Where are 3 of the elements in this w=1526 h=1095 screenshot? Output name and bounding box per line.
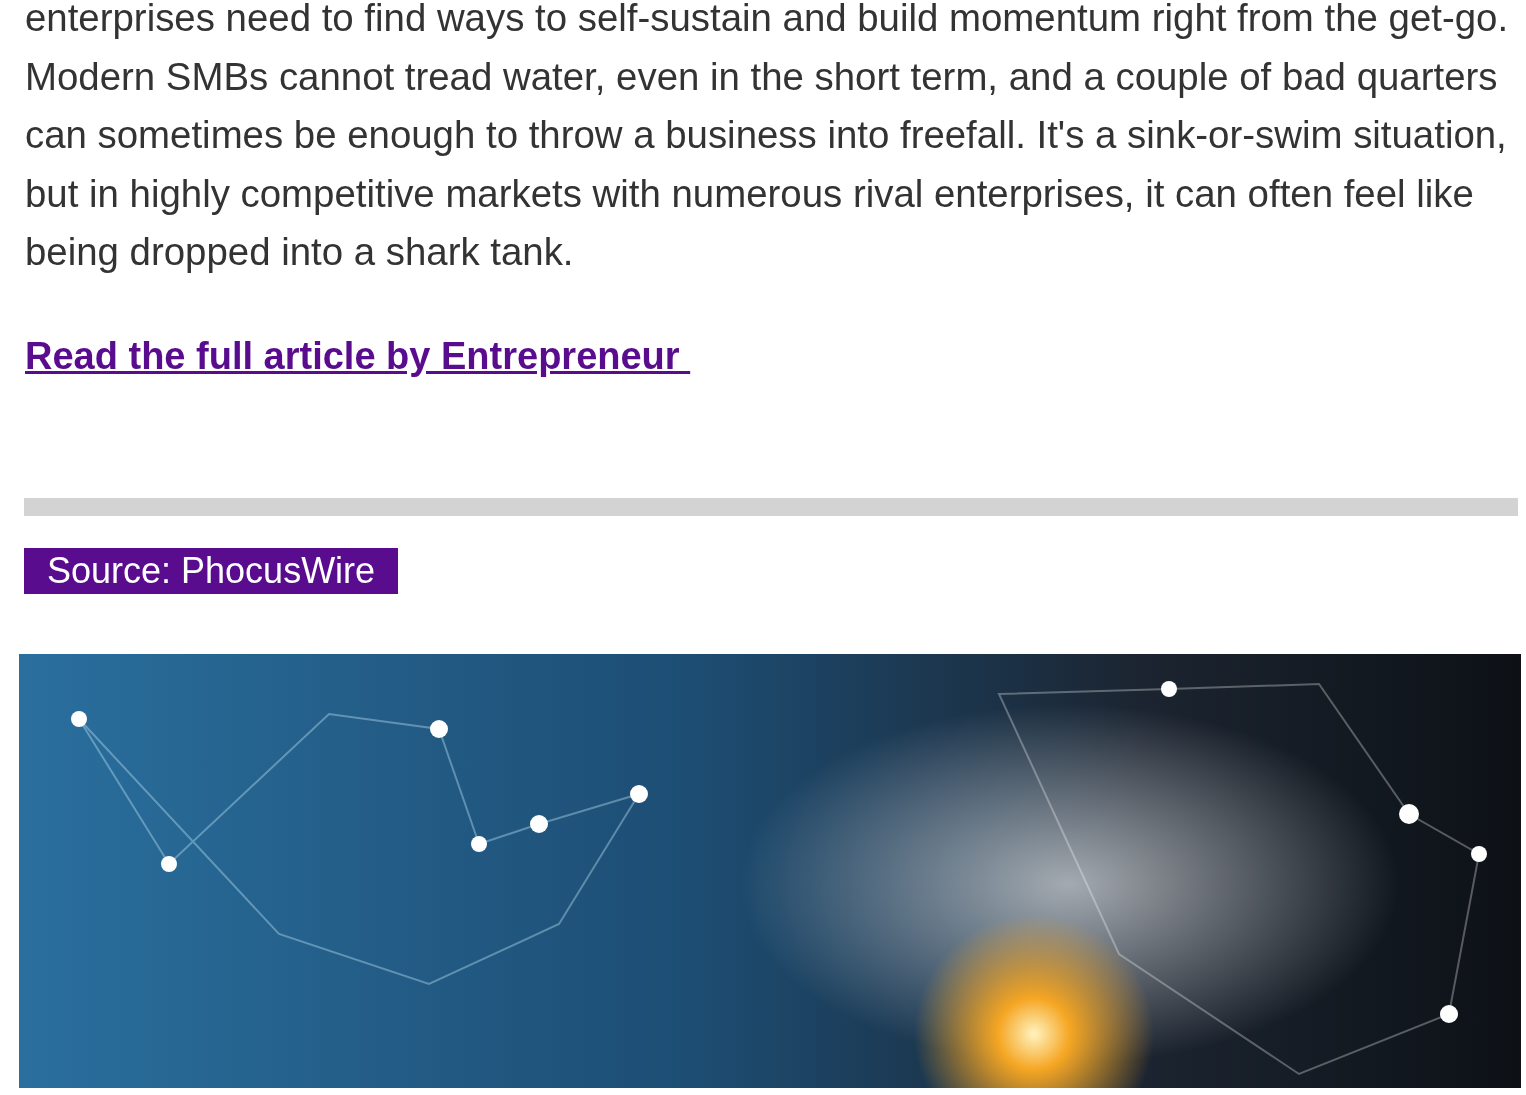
source-label: Source: PhocusWire (24, 547, 399, 594)
article-link[interactable]: Read the full article by Entrepreneur (25, 334, 691, 377)
article-paragraph: enterprises need to find ways to self-sustain and build momentum right from the get-go. Modern SMBs cannot tread water, even in the short term, and a couple of bad quarters can sometimes be enough to throw a business into freefall. It's a sink-or-swim situation, but in highly competitive markets with numerous rival enterprises, it can often feel like being dropped into a shark tank. (25, 0, 1510, 275)
